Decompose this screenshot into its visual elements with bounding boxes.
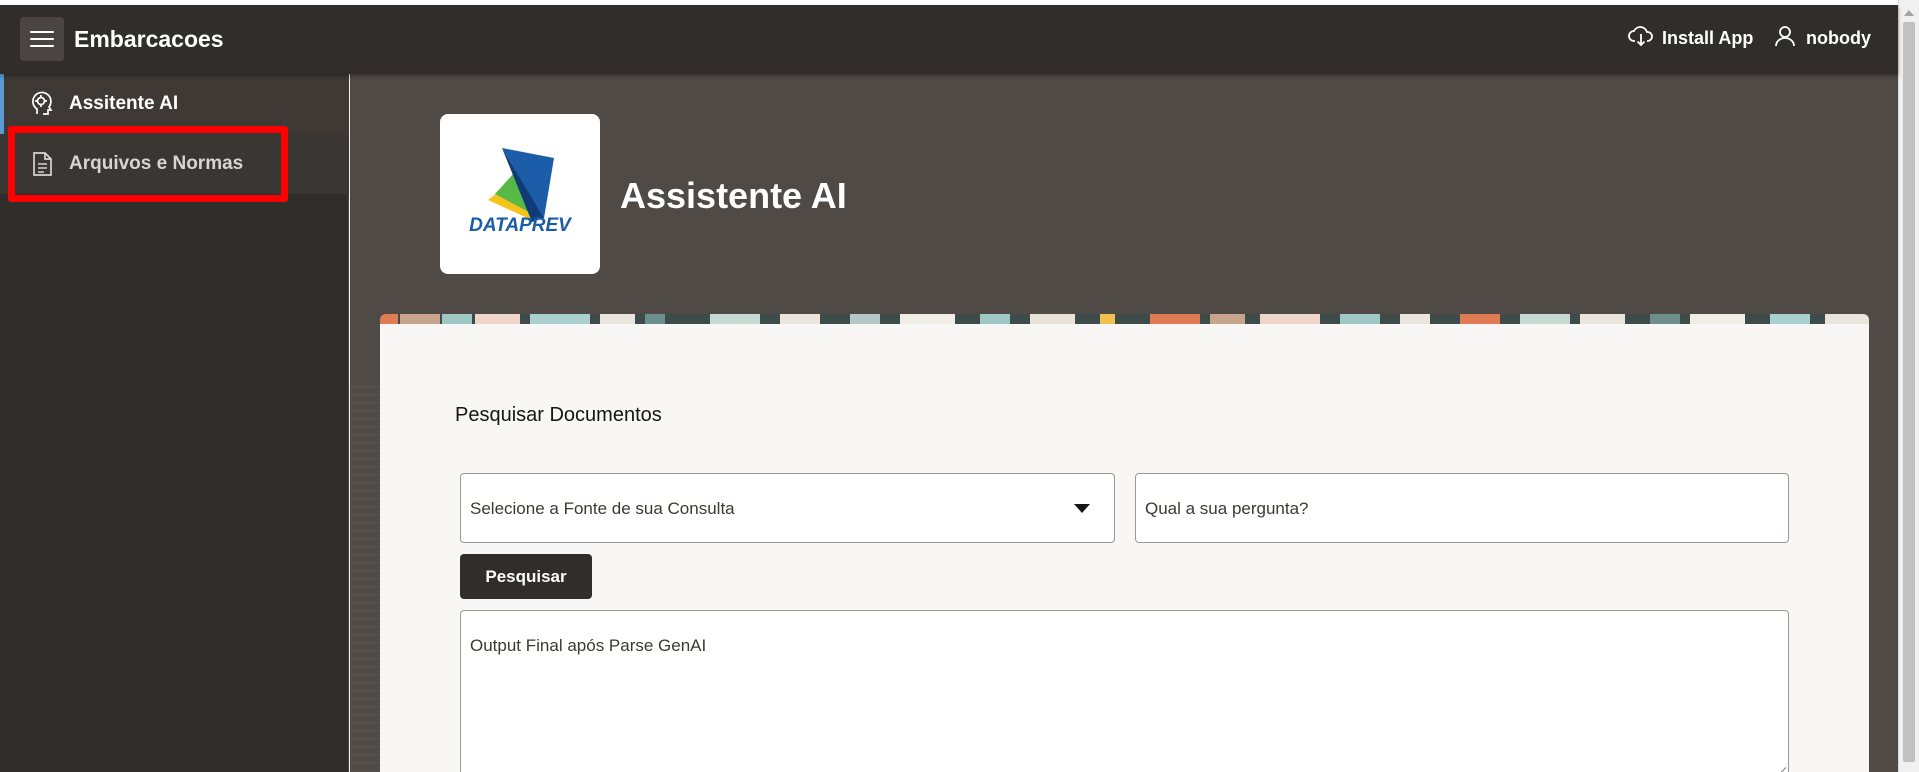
user-icon — [1774, 25, 1796, 52]
menu-line — [30, 38, 54, 40]
document-icon — [29, 151, 55, 177]
caret-down-icon — [1074, 504, 1090, 513]
logo-text: DATAPREV — [469, 215, 572, 236]
sidebar-item-label: Arquivos e Normas — [69, 153, 244, 174]
question-input[interactable]: Qual a sua pergunta? — [1135, 473, 1789, 543]
sidebar-item-label: Assitente AI — [69, 93, 179, 114]
user-name: nobody — [1806, 28, 1871, 48]
ai-assistant-icon — [29, 91, 55, 117]
decorative-banner — [380, 314, 1869, 324]
resize-grip-icon[interactable] — [1776, 767, 1786, 772]
app-header: Embarcacoes Install App nobody — [0, 5, 1898, 74]
cloud-download-icon — [1628, 25, 1654, 52]
scrollbar-thumb[interactable] — [1903, 22, 1915, 762]
source-select[interactable]: Selecione a Fonte de sua Consulta — [460, 473, 1115, 543]
output-textarea[interactable]: Output Final após Parse GenAI — [460, 610, 1789, 772]
menu-line — [30, 31, 54, 33]
sidebar-item-arquivos-e-normas[interactable]: Arquivos e Normas — [0, 134, 349, 194]
hamburger-menu-button[interactable] — [20, 17, 64, 61]
vertical-scrollbar[interactable] — [1898, 0, 1919, 772]
question-input-placeholder: Qual a sua pergunta? — [1145, 499, 1309, 518]
menu-line — [30, 45, 54, 47]
output-textarea-placeholder: Output Final após Parse GenAI — [470, 636, 707, 655]
user-menu[interactable]: nobody — [1774, 25, 1871, 52]
app-title[interactable]: Embarcacoes — [74, 26, 224, 53]
sidebar: Assitente AI Arquivos e Normas — [0, 74, 349, 772]
sidebar-item-assistente-ai[interactable]: Assitente AI — [0, 74, 349, 134]
install-app-button[interactable]: Install App — [1628, 25, 1753, 52]
search-button[interactable]: Pesquisar — [460, 554, 592, 599]
dataprev-logo: DATAPREV — [440, 114, 600, 274]
search-card: Pesquisar Documentos Selecione a Fonte d… — [380, 314, 1869, 772]
page-title: Assistente AI — [620, 175, 847, 216]
decorative-texture — [350, 380, 380, 772]
source-select-value: Selecione a Fonte de sua Consulta — [470, 499, 735, 518]
section-title: Pesquisar Documentos — [455, 404, 662, 426]
scroll-up-arrow-icon[interactable] — [1904, 10, 1914, 16]
install-app-label: Install App — [1662, 28, 1754, 48]
